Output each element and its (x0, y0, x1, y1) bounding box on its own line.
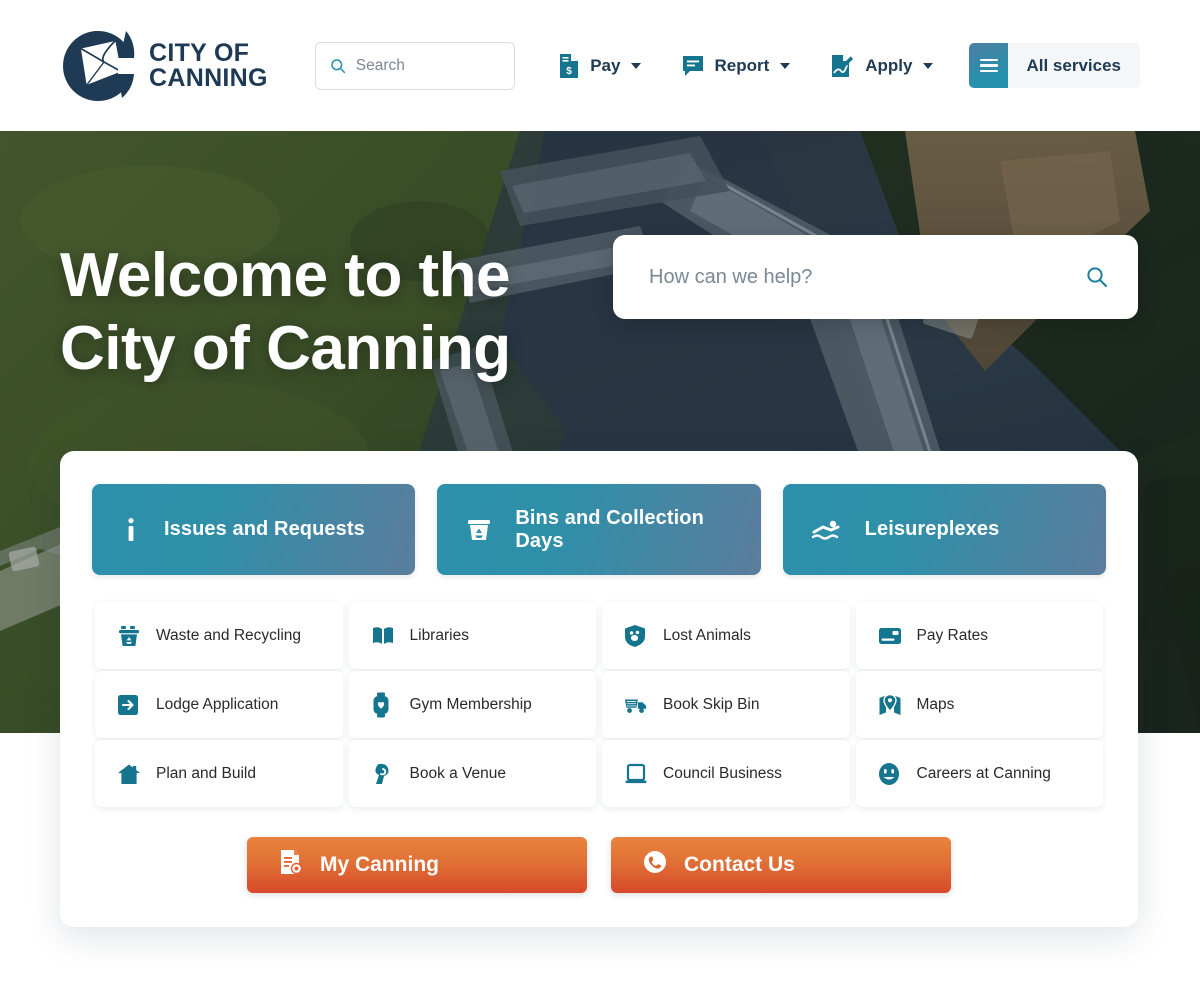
hero-title-line-1: Welcome to the (60, 241, 511, 310)
header-search-box[interactable]: Search (314, 41, 515, 90)
service-link-waste-and-recycling[interactable]: Waste and Recycling (95, 602, 343, 669)
venue-icon (371, 762, 395, 786)
search-icon[interactable] (1086, 266, 1108, 288)
service-link-lost-animals[interactable]: Lost Animals (602, 602, 850, 669)
house-icon (117, 763, 141, 785)
service-link-book-skip-bin[interactable]: Book Skip Bin (602, 671, 850, 738)
id-card-document-icon (279, 849, 303, 881)
nav-label-apply: Apply (865, 55, 913, 75)
pet-shield-icon (624, 624, 648, 648)
feature-card-row: Issues and Requests Bins and Collection … (92, 484, 1106, 575)
skip-bin-truck-icon (624, 695, 648, 715)
info-icon (120, 516, 142, 544)
fitness-watch-icon (371, 692, 395, 718)
all-services-button[interactable]: All services (969, 43, 1140, 88)
document-pencil-icon (832, 54, 855, 77)
feature-card-label: Issues and Requests (164, 518, 365, 540)
laptop-icon (624, 763, 648, 785)
feature-card-leisureplexes[interactable]: Leisureplexes (782, 484, 1106, 575)
site-logo[interactable]: CITY OF CANNING (60, 28, 268, 104)
recycling-bin-icon (117, 624, 141, 648)
service-link-book-a-venue[interactable]: Book a Venue (348, 740, 596, 807)
invoice-dollar-icon: $ (560, 53, 579, 78)
phone-icon (643, 850, 667, 880)
my-canning-button[interactable]: My Canning (247, 837, 587, 893)
hero-search-placeholder: How can we help? (649, 265, 813, 288)
hamburger-menu-icon (969, 43, 1009, 88)
services-grid: Waste and Recycling Libraries Lost Anima… (92, 601, 1106, 808)
contact-us-button[interactable]: Contact Us (611, 837, 951, 893)
cta-button-row: My Canning Contact Us (92, 837, 1106, 893)
service-link-label: Maps (916, 695, 955, 713)
page-title: Welcome to the City of Canning (60, 239, 620, 385)
service-link-label: Book a Venue (409, 764, 507, 782)
feature-card-issues-and-requests[interactable]: Issues and Requests (92, 484, 416, 575)
arrow-right-box-icon (117, 694, 141, 716)
all-services-label: All services (1026, 55, 1121, 75)
hero-search-box[interactable]: How can we help? (613, 235, 1138, 319)
svg-text:$: $ (566, 66, 572, 77)
feature-card-label: Bins and Collection Days (515, 506, 704, 552)
service-link-maps[interactable]: Maps (855, 671, 1103, 738)
feature-card-label: Leisureplexes (864, 518, 1000, 540)
nav-label-pay: Pay (590, 55, 621, 75)
cta-label: Contact Us (684, 853, 795, 876)
service-link-pay-rates[interactable]: Pay Rates (855, 602, 1103, 669)
service-link-label: Lodge Application (156, 695, 279, 713)
cta-label: My Canning (320, 853, 439, 876)
open-book-icon (371, 625, 395, 647)
site-header: CITY OF CANNING Search $ Pay Report Appl… (0, 0, 1200, 131)
service-link-label: Book Skip Bin (663, 695, 760, 713)
service-link-careers-at-canning[interactable]: Careers at Canning (855, 740, 1103, 807)
service-link-label: Lost Animals (663, 626, 751, 644)
nav-item-apply[interactable]: Apply (810, 42, 953, 90)
speech-bubble-icon (683, 55, 704, 76)
feature-card-bins-and-collection-days[interactable]: Bins and Collection Days (437, 484, 761, 575)
service-link-label: Waste and Recycling (156, 626, 302, 644)
service-link-label: Pay Rates (916, 626, 989, 644)
service-link-label: Careers at Canning (916, 764, 1051, 782)
nav-item-pay[interactable]: $ Pay (537, 42, 661, 90)
chevron-down-icon (780, 62, 791, 69)
quick-links-panel: Issues and Requests Bins and Collection … (60, 451, 1138, 927)
credit-card-icon (878, 626, 902, 646)
service-link-libraries[interactable]: Libraries (348, 602, 596, 669)
chevron-down-icon (923, 62, 934, 69)
service-link-label: Gym Membership (409, 695, 532, 713)
logo-wordmark: CITY OF CANNING (149, 38, 268, 92)
map-pin-icon (878, 693, 902, 717)
swimmer-icon (811, 518, 843, 542)
service-link-label: Libraries (409, 626, 469, 644)
hero-title-line-2: City of Canning (60, 314, 511, 383)
recycle-bin-icon (465, 516, 493, 544)
nav-item-report[interactable]: Report (661, 42, 810, 90)
header-search-placeholder: Search (355, 56, 405, 74)
logo-line-2: CANNING (149, 63, 268, 92)
chevron-down-icon (631, 62, 642, 69)
primary-navigation: $ Pay Report Apply All services (537, 42, 1140, 90)
service-link-lodge-application[interactable]: Lodge Application (95, 671, 343, 738)
logo-line-1: CITY OF (149, 38, 250, 67)
service-link-plan-and-build[interactable]: Plan and Build (95, 740, 343, 807)
search-icon (331, 58, 345, 73)
service-link-label: Council Business (663, 764, 782, 782)
service-link-council-business[interactable]: Council Business (602, 740, 850, 807)
service-link-label: Plan and Build (156, 764, 256, 782)
city-of-canning-logo-icon (63, 30, 136, 101)
nav-label-report: Report (714, 55, 770, 75)
service-link-gym-membership[interactable]: Gym Membership (348, 671, 596, 738)
smiley-face-icon (878, 762, 902, 786)
